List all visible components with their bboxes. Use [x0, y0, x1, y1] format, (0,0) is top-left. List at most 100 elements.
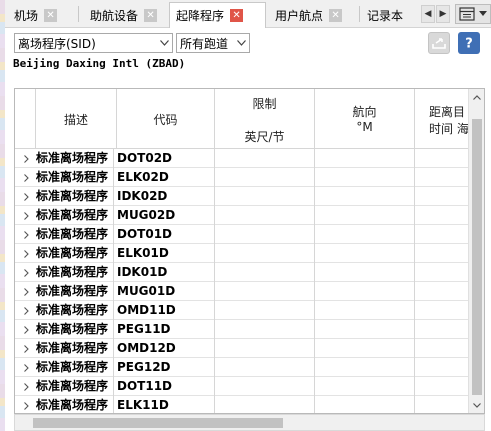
column-header-distance[interactable]: 距离目 时间 海 [415, 89, 475, 149]
column-header-course[interactable]: 航向 °M [315, 89, 415, 149]
header-label: 描述 [63, 113, 88, 127]
tab-scroll-left-button[interactable]: ◀ [421, 5, 435, 23]
vertical-scrollbar[interactable] [468, 89, 484, 413]
close-icon[interactable]: ✕ [329, 8, 343, 22]
chevron-right-icon[interactable] [21, 320, 31, 339]
table-row[interactable]: 标准离场程序 ELK02D [15, 168, 470, 187]
row-course [315, 149, 415, 168]
list-menu-icon [459, 7, 475, 21]
table-row[interactable]: 标准离场程序 DOT11D [15, 377, 470, 396]
chevron-right-icon[interactable] [21, 263, 31, 282]
procedures-table: 描述 代码 限制 英尺/节 航向 °M 距离目 时间 海 标准离场程序 DOT02… [14, 88, 485, 414]
row-course [315, 206, 415, 225]
row-limit [215, 149, 315, 168]
runway-select[interactable]: 所有跑道 [176, 33, 250, 53]
table-row[interactable]: 标准离场程序 OMD11D [15, 301, 470, 320]
procedure-type-value: 离场程序(SID) [18, 36, 96, 51]
row-course [315, 377, 415, 396]
tab-user-waypoints[interactable]: 用户航点 ✕ [269, 3, 343, 27]
chevron-right-icon[interactable] [21, 168, 31, 187]
row-description: 标准离场程序 [36, 320, 114, 339]
tab-airport[interactable]: 机场 ✕ [8, 3, 58, 27]
chevron-right-icon[interactable] [21, 244, 31, 263]
tab-label: 起降程序 [176, 9, 225, 23]
row-description: 标准离场程序 [36, 225, 114, 244]
row-limit [215, 225, 315, 244]
close-icon[interactable]: ✕ [230, 9, 244, 22]
row-course [315, 358, 415, 377]
scrollbar-thumb[interactable] [33, 418, 283, 428]
horizontal-scrollbar[interactable] [14, 414, 485, 431]
table-row[interactable]: 标准离场程序 DOT02D [15, 149, 470, 168]
chevron-up-icon [473, 94, 481, 100]
row-limit [215, 358, 315, 377]
scroll-down-button[interactable] [469, 397, 484, 413]
chevron-down-icon [479, 11, 487, 16]
table-header: 描述 代码 限制 英尺/节 航向 °M 距离目 时间 海 [15, 89, 470, 149]
scroll-up-button[interactable] [469, 89, 484, 105]
help-icon: ? [465, 37, 473, 51]
row-course [315, 168, 415, 187]
tab-procedures[interactable]: 起降程序 ✕ [169, 2, 266, 28]
row-code: OMD11D [117, 301, 215, 320]
table-row[interactable]: 标准离场程序 ELK11D [15, 396, 470, 413]
table-row[interactable]: 标准离场程序 ELK01D [15, 244, 470, 263]
tab-navaids[interactable]: 助航设备 ✕ [84, 3, 158, 27]
header-unit: °M [356, 120, 373, 134]
chevron-right-icon[interactable] [21, 339, 31, 358]
tab-label: 助航设备 [90, 8, 139, 23]
tab-divider [359, 6, 360, 22]
chevron-right-icon[interactable] [21, 377, 31, 396]
chevron-right-icon[interactable] [21, 301, 31, 320]
chevron-right-icon[interactable] [21, 282, 31, 301]
chevron-right-icon[interactable] [21, 396, 31, 413]
chevron-down-icon [159, 35, 169, 51]
table-row[interactable]: 标准离场程序 PEG12D [15, 358, 470, 377]
chevron-right-icon[interactable] [21, 187, 31, 206]
row-limit [215, 396, 315, 413]
row-description: 标准离场程序 [36, 282, 114, 301]
table-row[interactable]: 标准离场程序 IDK01D [15, 263, 470, 282]
row-description: 标准离场程序 [36, 301, 114, 320]
table-row[interactable]: 标准离场程序 PEG11D [15, 320, 470, 339]
row-description: 标准离场程序 [36, 206, 114, 225]
table-row[interactable]: 标准离场程序 MUG02D [15, 206, 470, 225]
row-limit [215, 263, 315, 282]
export-icon [432, 38, 446, 49]
chevron-right-icon[interactable] [21, 358, 31, 377]
row-description: 标准离场程序 [36, 263, 114, 282]
row-course [315, 187, 415, 206]
row-limit [215, 187, 315, 206]
chevron-right-icon[interactable] [21, 206, 31, 225]
row-description: 标准离场程序 [36, 396, 114, 413]
help-button[interactable]: ? [458, 32, 480, 54]
chevron-down-icon [473, 402, 481, 408]
chevron-right-icon[interactable] [21, 149, 31, 168]
table-row[interactable]: 标准离场程序 DOT01D [15, 225, 470, 244]
row-code: ELK02D [117, 168, 215, 187]
tab-scroll-right-button[interactable]: ▶ [436, 5, 450, 23]
tab-menu-button[interactable] [455, 4, 491, 24]
row-code: OMD12D [117, 339, 215, 358]
map-edge-strip [0, 0, 5, 431]
row-limit [215, 339, 315, 358]
row-limit [215, 320, 315, 339]
table-row[interactable]: 标准离场程序 MUG01D [15, 282, 470, 301]
column-header-code[interactable]: 代码 [117, 89, 215, 149]
export-button[interactable] [428, 32, 450, 54]
table-row[interactable]: 标准离场程序 IDK02D [15, 187, 470, 206]
scrollbar-thumb[interactable] [472, 119, 482, 395]
close-icon[interactable]: ✕ [44, 8, 58, 22]
column-header-limit[interactable]: 限制 英尺/节 [215, 89, 315, 149]
row-limit [215, 168, 315, 187]
close-icon[interactable]: ✕ [144, 8, 158, 22]
procedure-type-select[interactable]: 离场程序(SID) [14, 33, 173, 53]
table-row[interactable]: 标准离场程序 OMD12D [15, 339, 470, 358]
row-description: 标准离场程序 [36, 149, 114, 168]
row-code: MUG02D [117, 206, 215, 225]
header-unit: 英尺/节 [244, 130, 285, 144]
column-header-description[interactable]: 描述 [36, 89, 117, 149]
tab-logbook[interactable]: 记录本 [361, 3, 421, 27]
expand-column-header [15, 89, 36, 149]
chevron-right-icon[interactable] [21, 225, 31, 244]
